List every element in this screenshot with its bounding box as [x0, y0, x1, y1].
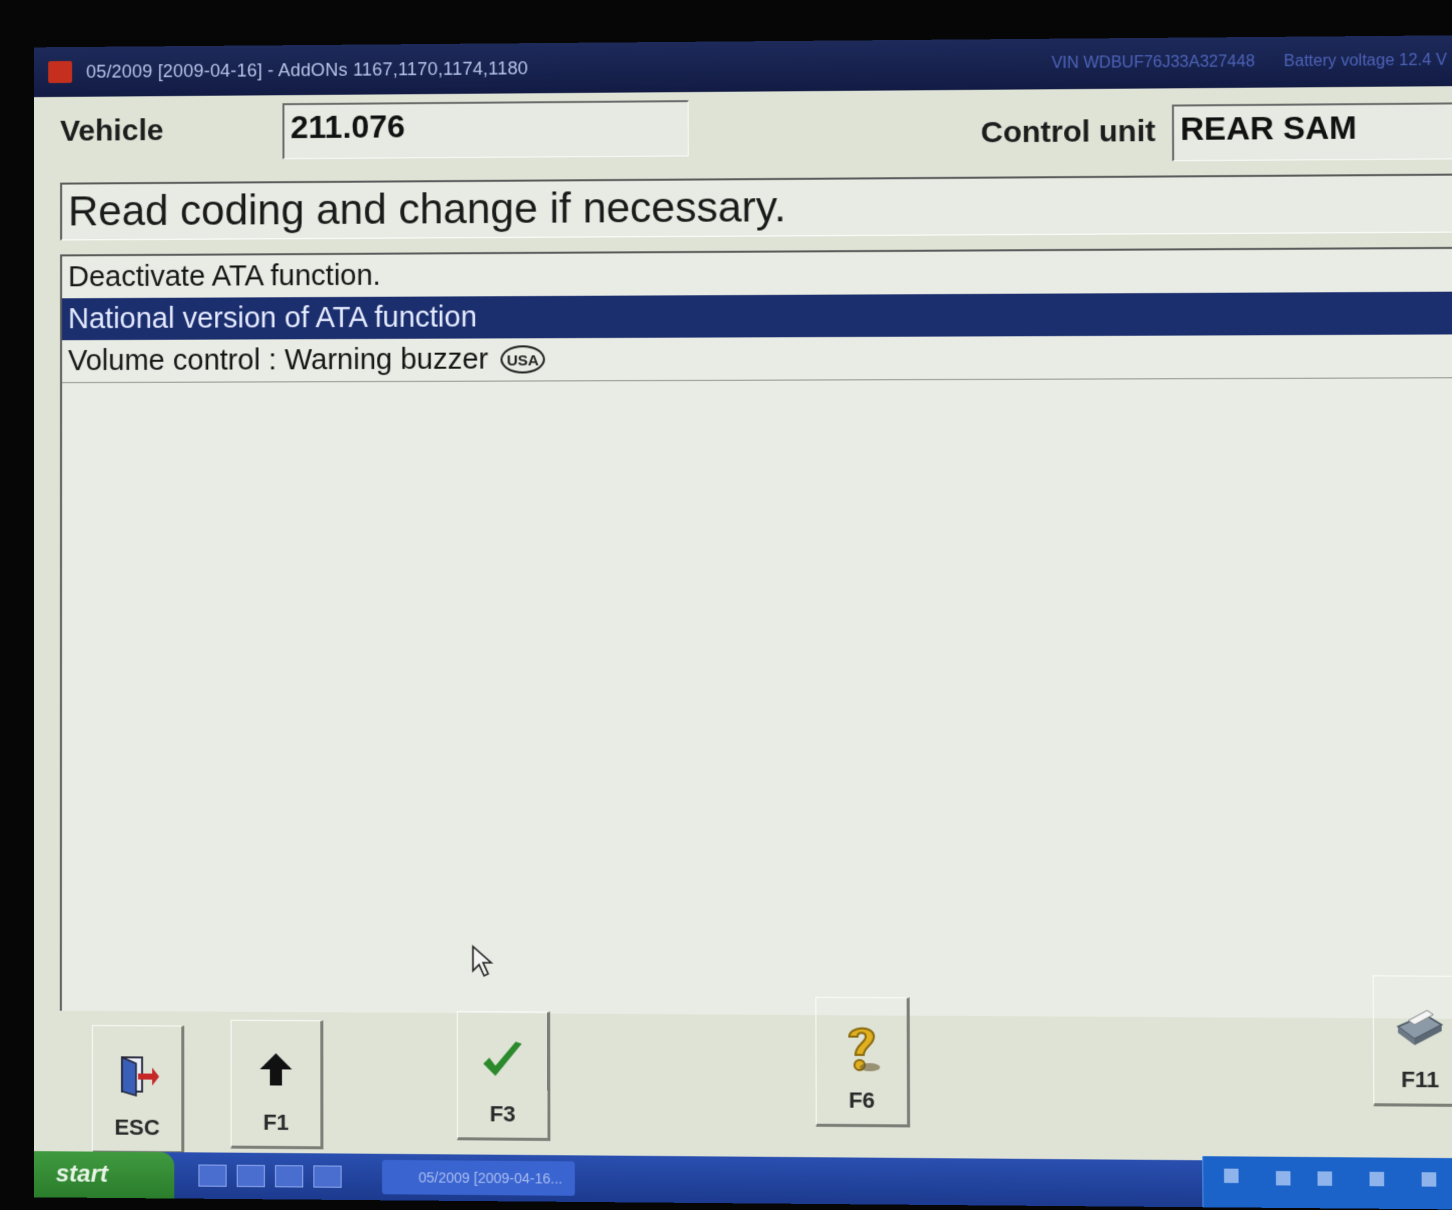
list-item-national-ata[interactable]: National version of ATA function: [62, 292, 1452, 341]
tray-icon[interactable]: [1276, 1171, 1291, 1185]
list-item-deactivate-ata[interactable]: Deactivate ATA function.: [62, 249, 1452, 299]
system-tray: [1202, 1156, 1452, 1209]
vin-text: VIN WDBUF76J33A327448: [1051, 53, 1254, 73]
f1-button[interactable]: F1: [231, 1020, 324, 1150]
mouse-cursor-icon: [471, 944, 495, 978]
tray-icon[interactable]: [1370, 1172, 1385, 1186]
list-item-label: National version of ATA function: [68, 297, 477, 339]
esc-key-label: ESC: [114, 1115, 159, 1141]
battery-voltage: Battery voltage 12.4 V: [1284, 52, 1447, 72]
window-title: 05/2009 [2009-04-16] - AddONs 1167,1170,…: [86, 58, 528, 83]
app-icon: [42, 55, 78, 89]
tray-icon[interactable]: [1422, 1172, 1437, 1186]
esc-button[interactable]: ESC: [92, 1025, 184, 1154]
f3-button[interactable]: F3: [457, 1011, 551, 1141]
coding-list: Deactivate ATA function. National versio…: [60, 247, 1452, 1019]
arrow-up-icon: [258, 1043, 294, 1096]
title-bar: 05/2009 [2009-04-16] - AddONs 1167,1170,…: [34, 35, 1452, 97]
f6-button[interactable]: F6: [815, 997, 910, 1128]
list-item-label: Deactivate ATA function.: [68, 256, 381, 298]
control-unit-label: Control unit: [981, 115, 1156, 151]
tray-icon[interactable]: [1317, 1171, 1332, 1185]
grid-icon[interactable]: [237, 1165, 265, 1187]
checkmark-icon: [479, 1034, 526, 1087]
list-item-volume-control[interactable]: Volume control : Warning buzzer USA: [62, 334, 1452, 383]
control-unit-field: REAR SAM: [1172, 102, 1452, 161]
f3-key-label: F3: [490, 1101, 516, 1127]
keyboard-icon[interactable]: [198, 1164, 226, 1186]
tray-icon[interactable]: [1224, 1169, 1239, 1183]
f6-key-label: F6: [849, 1087, 875, 1114]
list-item-label: Volume control : Warning buzzer: [68, 339, 488, 381]
start-button[interactable]: start: [34, 1151, 175, 1198]
f11-button[interactable]: F11: [1373, 975, 1452, 1107]
taskbar-task-label: 05/2009 [2009-04-16...: [419, 1169, 563, 1186]
help-question-icon: [837, 1020, 886, 1073]
vehicle-field: 211.076: [282, 100, 688, 159]
taskbar-task-button[interactable]: 05/2009 [2009-04-16...: [382, 1160, 575, 1196]
vehicle-label: Vehicle: [60, 114, 163, 149]
quick-launch: [198, 1164, 341, 1187]
f1-key-label: F1: [263, 1110, 289, 1136]
browser-icon[interactable]: [275, 1165, 303, 1187]
f11-key-label: F11: [1401, 1067, 1439, 1094]
screen: 05/2009 [2009-04-16] - AddONs 1167,1170,…: [34, 35, 1452, 1209]
taskbar: start 05/2009 [2009-04-16...: [34, 1151, 1452, 1209]
printer-icon: [1394, 999, 1446, 1053]
exit-door-icon: [114, 1048, 160, 1101]
app-launch-icon[interactable]: [313, 1165, 341, 1187]
usa-badge: USA: [500, 345, 545, 373]
start-label: start: [56, 1160, 108, 1189]
instruction-text: Read coding and change if necessary.: [60, 173, 1452, 240]
